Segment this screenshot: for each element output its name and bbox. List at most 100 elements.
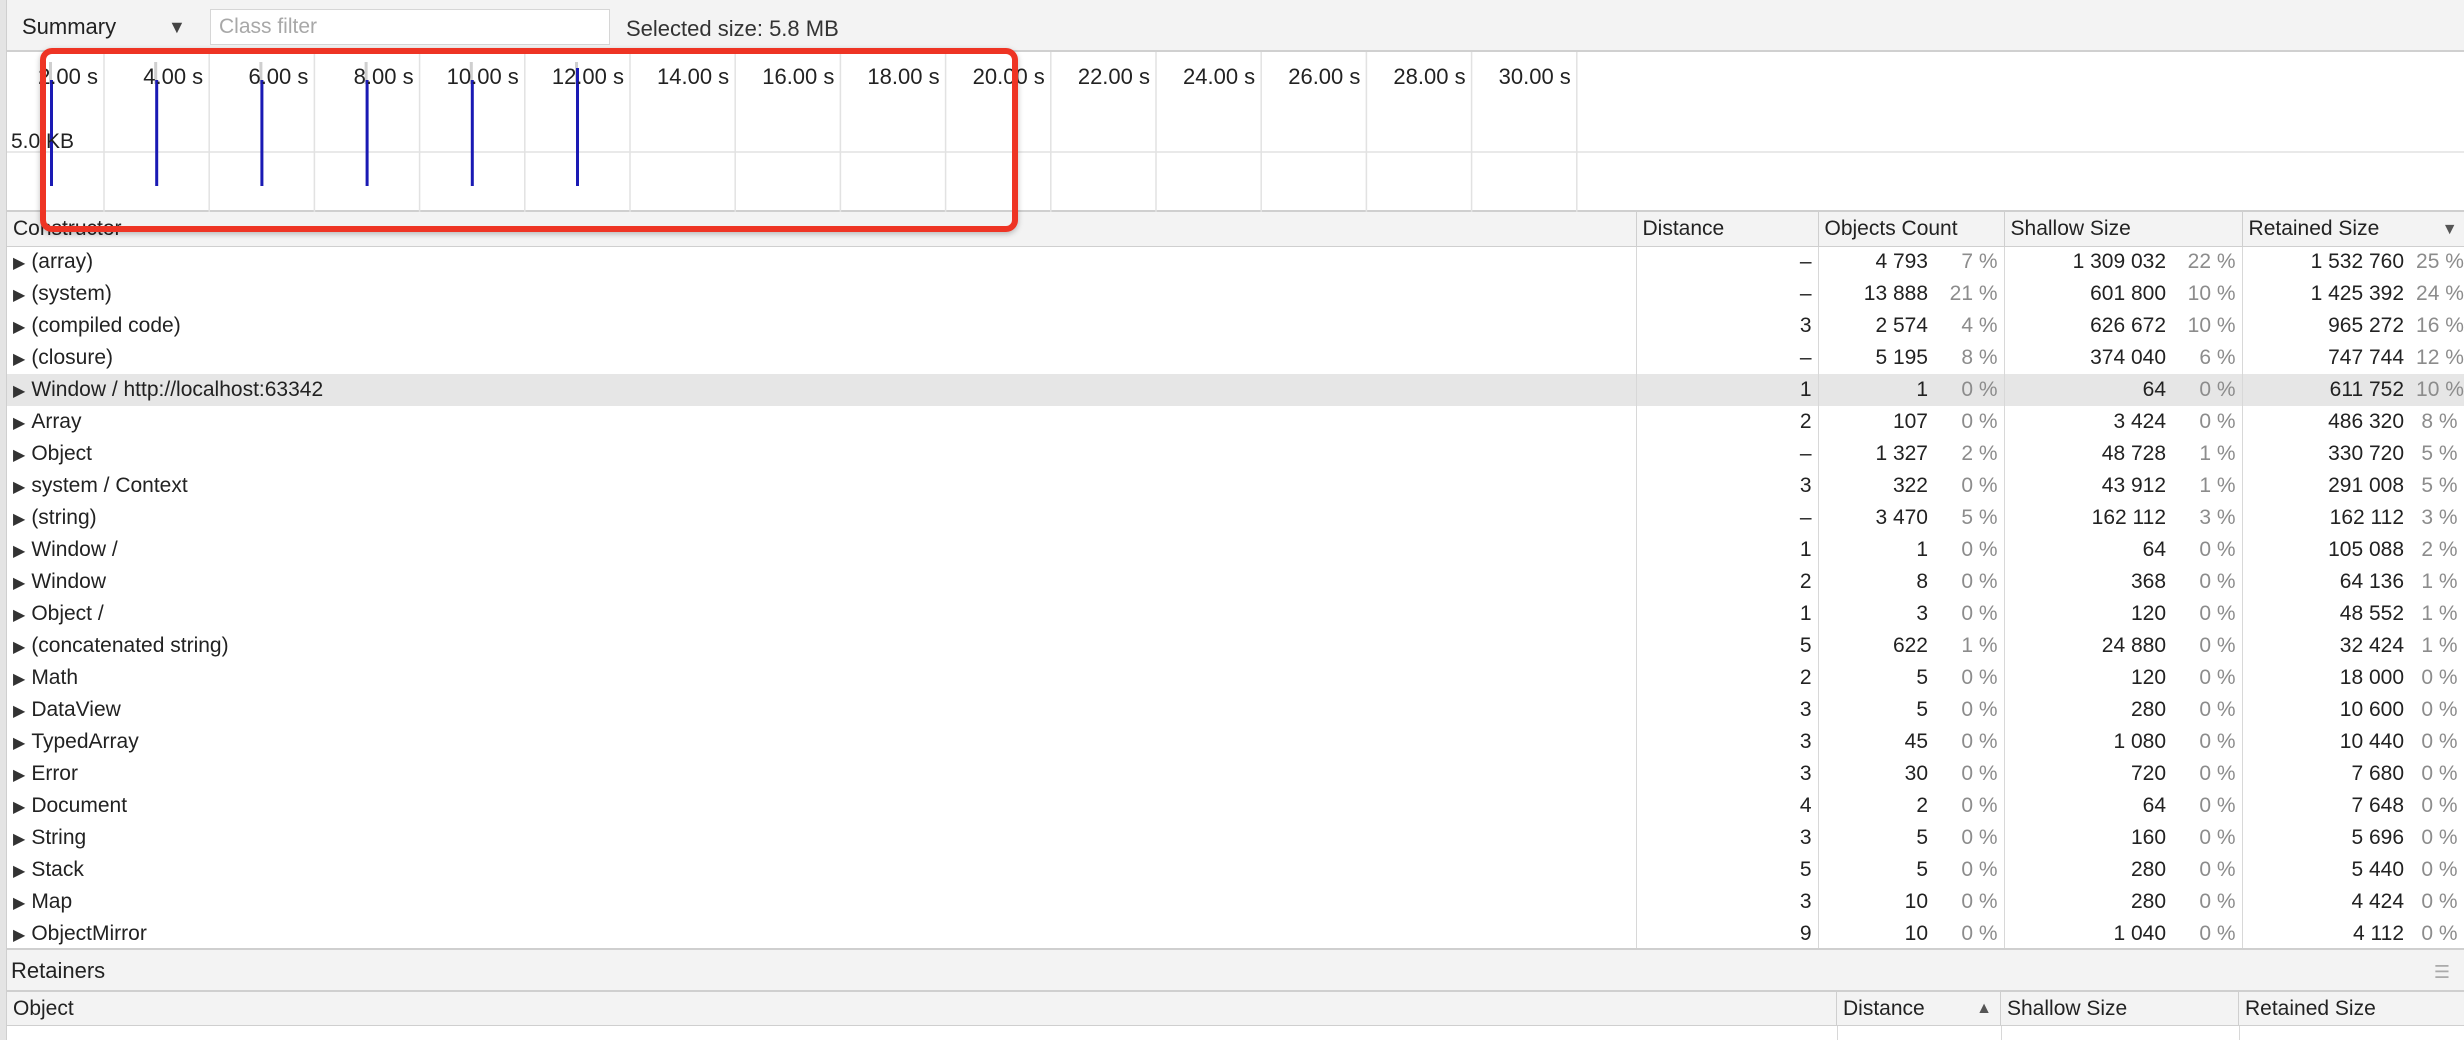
row-constructor[interactable]: ▶ (array)	[7, 246, 1637, 278]
row-constructor[interactable]: ▶ (closure)	[7, 342, 1637, 374]
row-constructor[interactable]: ▶ Window	[7, 566, 1637, 598]
table-row[interactable]: ▶ (compiled code) 3 2 574 4 % 626 672 10 % 965 …	[7, 310, 2464, 342]
table-row[interactable]: ▶ Object – 1 327 2 % 48 728 1 % 330 720 5 %	[7, 438, 2464, 470]
row-constructor[interactable]: ▶ Stack	[7, 854, 1637, 886]
table-row[interactable]: ▶ (closure) – 5 195 8 % 374 040 6 % 747 744 12 %	[7, 342, 2464, 374]
retainers-table-header: Object Distance ▲ Shallow Size Retained …	[7, 992, 2464, 1026]
table-row[interactable]: ▶ (array) – 4 793 7 % 1 309 032 22 % 1 532 760 2…	[7, 246, 2464, 278]
retainers-header-object[interactable]: Object	[7, 992, 1837, 1026]
header-shallow-size[interactable]: Shallow Size	[2004, 212, 2243, 247]
table-row[interactable]: ▶ String 3 5 0 % 160 0 % 5 696 0 %	[7, 822, 2464, 854]
row-objects-count: 5	[1916, 858, 1928, 881]
row-retained-size-percent: 0 %	[2410, 822, 2464, 854]
row-constructor[interactable]: ▶ Object	[7, 438, 1637, 470]
row-shallow-size: 720	[2130, 762, 2167, 785]
table-row[interactable]: ▶ Array 2 107 0 % 3 424 0 % 486 320 8 %	[7, 406, 2464, 438]
row-constructor[interactable]: ▶ String	[7, 822, 1637, 854]
expand-triangle-icon[interactable]: ▶	[13, 543, 25, 560]
header-objects-count[interactable]: Objects Count	[1818, 212, 2005, 247]
expand-triangle-icon[interactable]: ▶	[13, 479, 25, 496]
table-row[interactable]: ▶ ObjectMirror 9 10 0 % 1 040 0 % 4 112 0 %	[7, 918, 2464, 948]
row-constructor[interactable]: ▶ Array	[7, 406, 1637, 438]
table-row[interactable]: ▶ TypedArray 3 45 0 % 1 080 0 % 10 440 0 %	[7, 726, 2464, 758]
expand-triangle-icon[interactable]: ▶	[13, 831, 25, 848]
header-distance[interactable]: Distance	[1636, 212, 1819, 247]
row-retained-size-percent: 1 %	[2410, 566, 2464, 598]
expand-triangle-icon[interactable]: ▶	[13, 895, 25, 912]
expand-triangle-icon[interactable]: ▶	[13, 319, 25, 336]
expand-triangle-icon[interactable]: ▶	[13, 511, 25, 528]
row-shallow-size-percent: 10 %	[2172, 310, 2243, 342]
table-row[interactable]: ▶ Window / http://localhost:63342 1 1 0 % 64 0…	[7, 374, 2464, 406]
expand-triangle-icon[interactable]: ▶	[13, 639, 25, 656]
expand-triangle-icon[interactable]: ▶	[13, 575, 25, 592]
table-row[interactable]: ▶ (concatenated string) 5 622 1 % 24 880 0 % 32…	[7, 630, 2464, 662]
retainers-header-distance[interactable]: Distance ▲	[1837, 992, 2001, 1026]
row-distance: 3	[1636, 886, 1819, 918]
view-select[interactable]: Summary ▼	[18, 10, 198, 44]
expand-triangle-icon[interactable]: ▶	[13, 703, 25, 720]
row-constructor[interactable]: ▶ DataView	[7, 694, 1637, 726]
expand-triangle-icon[interactable]: ▶	[13, 607, 25, 624]
row-objects-count-percent: 1 %	[1934, 630, 2005, 662]
table-row[interactable]: ▶ Math 2 5 0 % 120 0 % 18 000 0 %	[7, 662, 2464, 694]
table-row[interactable]: ▶ system / Context 3 322 0 % 43 912 1 % 291 008…	[7, 470, 2464, 502]
row-constructor[interactable]: ▶ (compiled code)	[7, 310, 1637, 342]
row-shallow-size-percent: 0 %	[2172, 694, 2243, 726]
row-shallow-size: 280	[2130, 890, 2167, 913]
row-objects-count: 4 793	[1875, 250, 1928, 274]
summary-table[interactable]: Constructor Distance Objects Count Shall…	[7, 212, 2464, 948]
row-constructor[interactable]: ▶ system / Context	[7, 470, 1637, 502]
timeline-tick-label: 28.00 s	[1393, 64, 1466, 89]
constructor-name: (string)	[31, 506, 97, 529]
expand-triangle-icon[interactable]: ▶	[13, 351, 25, 368]
row-distance: 3	[1636, 310, 1819, 342]
table-row[interactable]: ▶ DataView 3 5 0 % 280 0 % 10 600 0 %	[7, 694, 2464, 726]
row-shallow-size-percent: 6 %	[2172, 342, 2243, 374]
table-row[interactable]: ▶ Window 2 8 0 % 368 0 % 64 136 1 %	[7, 566, 2464, 598]
row-constructor[interactable]: ▶ (string)	[7, 502, 1637, 534]
row-objects-count-percent: 8 %	[1934, 342, 2005, 374]
row-constructor[interactable]: ▶ Map	[7, 886, 1637, 918]
row-objects-count-percent: 0 %	[1934, 374, 2005, 406]
row-constructor[interactable]: ▶ ObjectMirror	[7, 918, 1637, 948]
table-row[interactable]: ▶ Map 3 10 0 % 280 0 % 4 424 0 %	[7, 886, 2464, 918]
table-row[interactable]: ▶ Window /1 1 0 % 64 0 % 105 088 2 %	[7, 534, 2464, 566]
row-constructor[interactable]: ▶ Window /	[7, 534, 1637, 566]
row-constructor[interactable]: ▶ Math	[7, 662, 1637, 694]
expand-triangle-icon[interactable]: ▶	[13, 671, 25, 688]
expand-triangle-icon[interactable]: ▶	[13, 735, 25, 752]
table-row[interactable]: ▶ (string) –3 470 5 % 162 112 3 % 162 112 3 %	[7, 502, 2464, 534]
row-distance: 2	[1636, 566, 1819, 598]
class-filter-input[interactable]	[210, 9, 610, 45]
row-constructor[interactable]: ▶ (concatenated string)	[7, 630, 1637, 662]
row-constructor[interactable]: ▶ Window / http://localhost:63342	[7, 374, 1637, 406]
row-constructor[interactable]: ▶ Document	[7, 790, 1637, 822]
row-shallow-size: 43 912	[2101, 474, 2167, 497]
header-retained-size[interactable]: Retained Size ▼	[2242, 212, 2464, 247]
expand-triangle-icon[interactable]: ▶	[13, 255, 25, 272]
expand-triangle-icon[interactable]: ▶	[13, 767, 25, 784]
expand-triangle-icon[interactable]: ▶	[13, 863, 25, 880]
expand-triangle-icon[interactable]: ▶	[13, 383, 25, 400]
expand-triangle-icon[interactable]: ▶	[13, 927, 25, 944]
table-row[interactable]: ▶ Error 3 30 0 % 720 0 % 7 680 0 %	[7, 758, 2464, 790]
retainers-header-retained-size[interactable]: Retained Size	[2239, 992, 2464, 1026]
row-shallow-size: 3 424	[2113, 410, 2167, 433]
retainers-header-shallow-size[interactable]: Shallow Size	[2001, 992, 2239, 1026]
row-constructor[interactable]: ▶ (system)	[7, 278, 1637, 310]
expand-triangle-icon[interactable]: ▶	[13, 799, 25, 816]
row-distance: –	[1636, 502, 1819, 534]
expand-triangle-icon[interactable]: ▶	[13, 447, 25, 464]
resize-grip-icon[interactable]: ☰	[2434, 962, 2450, 983]
table-row[interactable]: ▶ Object /1 3 0 % 120 0 % 48 552 1 %	[7, 598, 2464, 630]
table-row[interactable]: ▶ Stack 5 5 0 % 280 0 % 5 440 0 %	[7, 854, 2464, 886]
retainers-header-distance-label: Distance	[1843, 997, 1925, 1020]
table-row[interactable]: ▶ (system) – 13 888 21 % 601 800 10 % 1 425 392…	[7, 278, 2464, 310]
row-constructor[interactable]: ▶ TypedArray	[7, 726, 1637, 758]
expand-triangle-icon[interactable]: ▶	[13, 287, 25, 304]
expand-triangle-icon[interactable]: ▶	[13, 415, 25, 432]
row-constructor[interactable]: ▶ Error	[7, 758, 1637, 790]
row-constructor[interactable]: ▶ Object /	[7, 598, 1637, 630]
table-row[interactable]: ▶ Document 4 2 0 % 64 0 % 7 648 0 %	[7, 790, 2464, 822]
